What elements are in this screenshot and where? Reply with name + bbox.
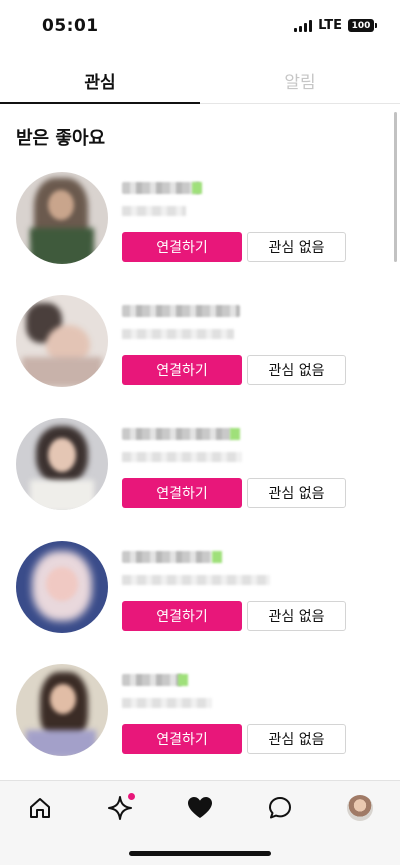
- avatar[interactable]: [16, 541, 108, 633]
- heart-icon[interactable]: [186, 794, 214, 822]
- network-label: LTE: [318, 18, 342, 33]
- tab-notifications[interactable]: 알림: [200, 58, 400, 103]
- blurred-name-highlight: [230, 428, 240, 440]
- connect-button[interactable]: 연결하기: [122, 601, 242, 631]
- not-interested-button[interactable]: 관심 없음: [247, 355, 346, 385]
- avatar[interactable]: [16, 172, 108, 264]
- connect-button[interactable]: 연결하기: [122, 355, 242, 385]
- tab-bar: 관심 알림: [0, 58, 400, 104]
- status-time: 05:01: [42, 16, 99, 36]
- status-bar: 05:01 LTE 100: [0, 0, 400, 52]
- blurred-name: [122, 551, 212, 563]
- notification-dot: [128, 793, 135, 800]
- blurred-name-highlight: [192, 182, 202, 194]
- not-interested-button[interactable]: 관심 없음: [247, 724, 346, 754]
- list-item: 연결하기 관심 없음: [0, 293, 400, 416]
- not-interested-button[interactable]: 관심 없음: [247, 478, 346, 508]
- not-interested-button[interactable]: 관심 없음: [247, 601, 346, 631]
- blurred-name: [122, 428, 232, 440]
- blurred-info: [122, 329, 234, 339]
- not-interested-button[interactable]: 관심 없음: [247, 232, 346, 262]
- list-item: 연결하기 관심 없음: [0, 170, 400, 293]
- blurred-info: [122, 698, 212, 708]
- home-icon[interactable]: [26, 794, 54, 822]
- avatar[interactable]: [16, 295, 108, 387]
- connect-button[interactable]: 연결하기: [122, 478, 242, 508]
- connect-button[interactable]: 연결하기: [122, 724, 242, 754]
- profile-avatar[interactable]: [347, 795, 373, 821]
- avatar[interactable]: [16, 664, 108, 756]
- blurred-name: [122, 182, 200, 194]
- battery-level: 100: [351, 20, 371, 31]
- section-title: 받은 좋아요: [16, 128, 106, 149]
- blurred-name-highlight: [178, 674, 188, 686]
- likes-list: 연결하기 관심 없음 연결하기 관심 없음 연결하기 관심 없음 연결하기 관심…: [0, 170, 400, 785]
- blurred-info: [122, 452, 242, 462]
- blurred-info: [122, 575, 270, 585]
- avatar[interactable]: [16, 418, 108, 510]
- blurred-name: [122, 674, 182, 686]
- status-indicators: LTE 100: [294, 18, 377, 33]
- battery-icon: 100: [348, 19, 377, 32]
- blurred-name: [122, 305, 240, 317]
- blurred-name-highlight: [212, 551, 222, 563]
- list-item: 연결하기 관심 없음: [0, 416, 400, 539]
- tab-interest[interactable]: 관심: [0, 58, 200, 104]
- blurred-info: [122, 206, 186, 216]
- chat-bubble-icon[interactable]: [266, 794, 294, 822]
- sparkle-icon[interactable]: [106, 793, 135, 822]
- connect-button[interactable]: 연결하기: [122, 232, 242, 262]
- home-indicator: [129, 851, 271, 856]
- list-item: 연결하기 관심 없음: [0, 539, 400, 662]
- signal-icon: [294, 19, 313, 32]
- list-item: 연결하기 관심 없음: [0, 662, 400, 785]
